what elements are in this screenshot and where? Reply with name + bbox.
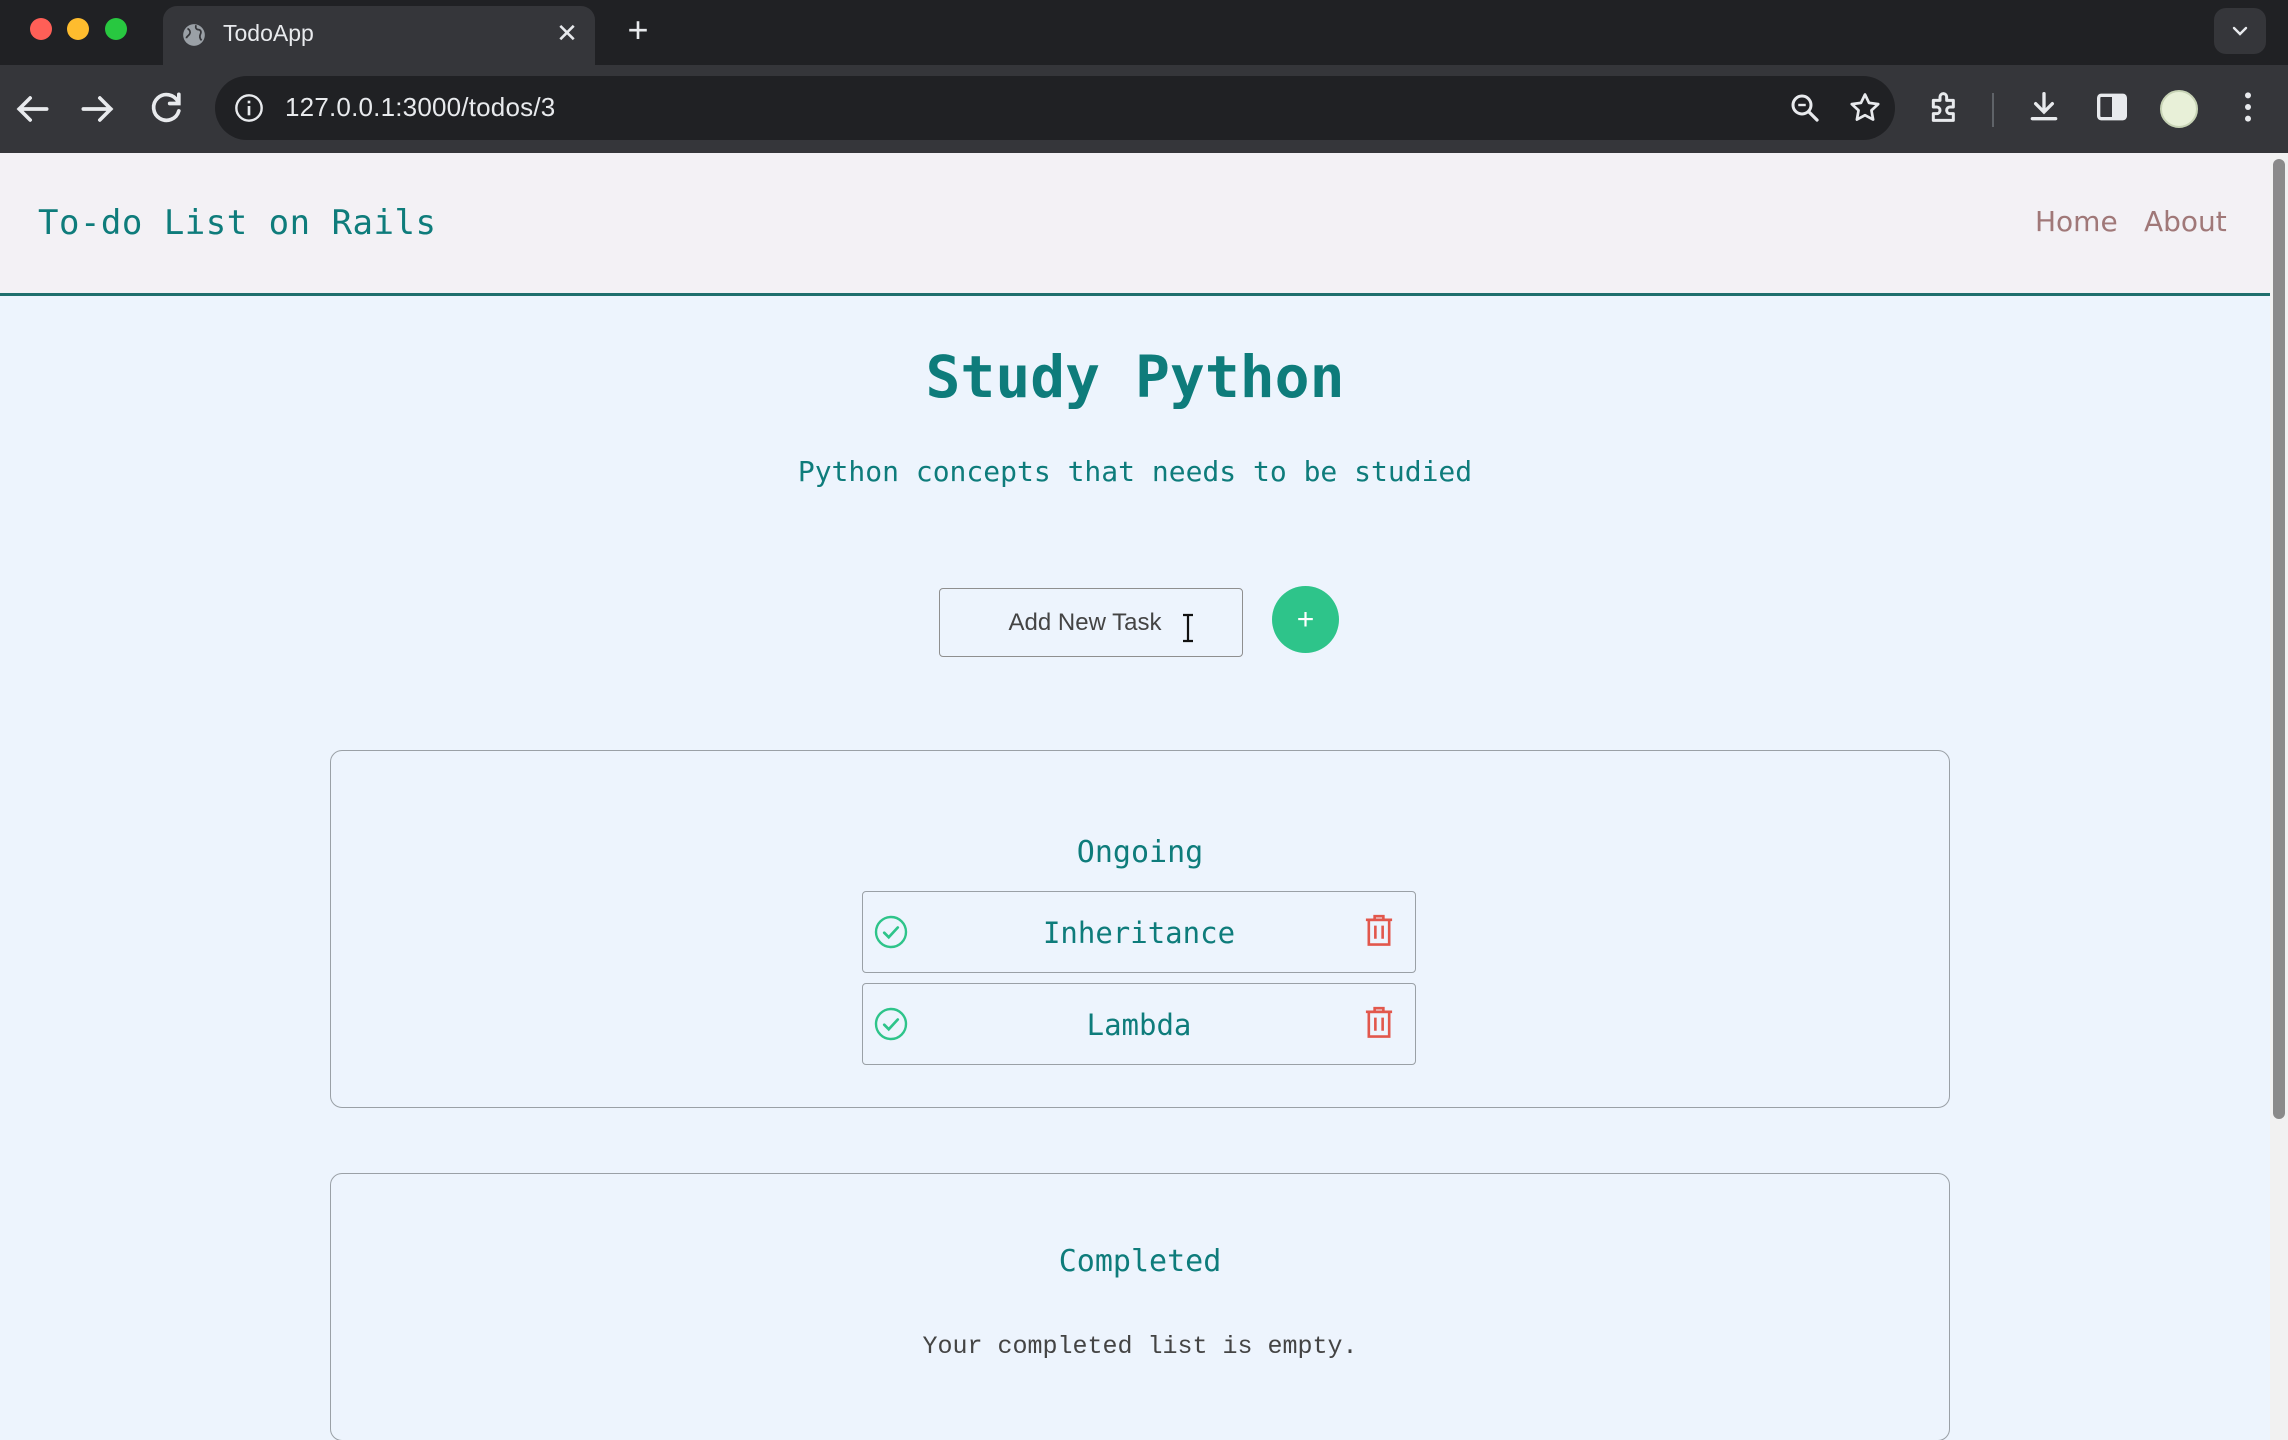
todo-description: Python concepts that needs to be studied [797, 455, 1473, 488]
task-row: Inheritance [862, 891, 1416, 973]
site-navbar: To-do List on Rails Home About [0, 153, 2270, 296]
window-close-button[interactable] [30, 18, 52, 40]
nav-link-home[interactable]: Home [2035, 205, 2118, 238]
profile-avatar[interactable] [2160, 90, 2198, 128]
chevron-down-icon [2232, 26, 2248, 36]
window-maximize-button[interactable] [105, 18, 127, 40]
browser-tab-bar: TodoApp ✕ + [0, 0, 2288, 65]
extensions-icon[interactable] [1925, 87, 1965, 127]
completed-section: Completed Your completed list is empty. [330, 1173, 1950, 1440]
text-cursor-icon [1183, 613, 1193, 643]
task-row: Lambda [862, 983, 1416, 1065]
browser-toolbar: 127.0.0.1:3000/todos/3 [0, 65, 2288, 153]
new-task-input[interactable] [939, 588, 1243, 657]
tab-search-button[interactable] [2214, 8, 2266, 54]
ongoing-section: Ongoing Inheritance Lambda [330, 750, 1950, 1108]
page-viewport: To-do List on Rails Home About Study Pyt… [0, 153, 2288, 1440]
side-panel-icon[interactable] [2092, 87, 2132, 127]
tab-title: TodoApp [223, 20, 314, 46]
more-menu-icon[interactable] [2228, 87, 2268, 127]
bookmark-star-icon[interactable] [1847, 90, 1883, 126]
zoom-icon[interactable] [1787, 90, 1823, 126]
new-tab-button[interactable]: + [618, 10, 658, 50]
address-bar[interactable]: 127.0.0.1:3000/todos/3 [215, 76, 1895, 140]
scrollbar-thumb[interactable] [2273, 159, 2285, 1119]
empty-list-message: Your completed list is empty. [922, 1332, 1358, 1361]
task-name: Lambda [1086, 1008, 1192, 1042]
add-task-button[interactable]: + [1272, 586, 1339, 653]
window-minimize-button[interactable] [67, 18, 89, 40]
download-icon[interactable] [2024, 87, 2064, 127]
ongoing-heading: Ongoing [1076, 835, 1204, 870]
globe-icon [183, 24, 205, 46]
browser-tab[interactable]: TodoApp ✕ [163, 6, 595, 65]
site-info-icon[interactable] [233, 92, 265, 124]
brand-link[interactable]: To-do List on Rails [38, 203, 436, 243]
nav-link-about[interactable]: About [2144, 205, 2227, 238]
toolbar-divider [1992, 93, 1994, 127]
tab-close-icon[interactable]: ✕ [553, 19, 581, 47]
completed-heading: Completed [1058, 1244, 1222, 1279]
forward-arrow-icon[interactable] [76, 87, 120, 131]
page-scrollbar[interactable] [2270, 153, 2288, 1440]
reload-icon[interactable] [144, 87, 188, 131]
url-text[interactable]: 127.0.0.1:3000/todos/3 [285, 92, 555, 123]
page-title: Study Python [925, 343, 1345, 411]
trash-icon[interactable] [1363, 1004, 1395, 1040]
task-name: Inheritance [1042, 916, 1236, 950]
trash-icon[interactable] [1363, 912, 1395, 948]
back-arrow-icon[interactable] [10, 87, 54, 131]
